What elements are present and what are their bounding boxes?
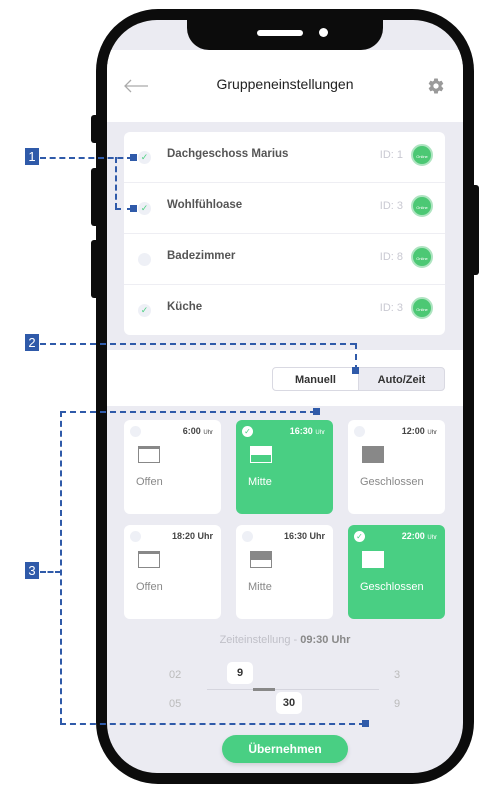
blind-icon — [250, 551, 272, 568]
group-id: ID: 3 — [379, 302, 403, 314]
annotation-2-label: 2 — [25, 334, 39, 351]
schedule-tile-6[interactable]: ✓ 22:00 Uhr Geschlossen — [348, 525, 445, 619]
schedule-label: Offen — [136, 476, 163, 488]
speaker — [257, 30, 303, 36]
annotation-3-marker — [313, 408, 320, 415]
schedule-tile-1[interactable]: 6:00 Uhr Offen — [124, 420, 221, 514]
checkbox[interactable]: ✓ — [138, 151, 151, 164]
schedule-label: Geschlossen — [360, 476, 424, 488]
annotation-1-branch — [115, 157, 117, 209]
schedule-label: Mitte — [248, 581, 272, 593]
mute-switch — [91, 115, 99, 143]
power-button — [471, 185, 479, 275]
apply-button[interactable]: Übernehmen — [222, 735, 348, 763]
volume-up-button — [91, 168, 99, 226]
blind-icon — [250, 446, 272, 463]
group-row-1[interactable]: ✓ Dachgeschoss Marius ID: 1 Online — [124, 132, 445, 183]
phone-screen: Gruppeneinstellungen ✓ Dachgeschoss Mari… — [107, 20, 463, 773]
group-id: ID: 8 — [379, 251, 403, 263]
checkbox[interactable] — [138, 253, 151, 266]
notch — [187, 20, 383, 50]
checkbox[interactable]: ✓ — [138, 202, 151, 215]
picker-divider — [207, 689, 379, 690]
select-indicator — [242, 531, 253, 542]
schedule-time: 18:20 Uhr — [171, 531, 213, 541]
group-name: Dachgeschoss Marius — [167, 148, 289, 160]
schedule-time: 16:30 Uhr — [283, 531, 325, 541]
blind-icon — [138, 446, 160, 463]
schedule-time: 22:00 Uhr — [401, 531, 437, 541]
minute-selected[interactable]: 30 — [276, 692, 302, 714]
checkbox[interactable]: ✓ — [138, 304, 151, 317]
mode-auto-button[interactable]: Auto/Zeit — [358, 367, 445, 391]
annotation-3-bracket — [60, 411, 62, 724]
header-bar: Gruppeneinstellungen — [107, 50, 463, 122]
schedule-tile-5[interactable]: 16:30 Uhr Mitte — [236, 525, 333, 619]
schedule-time: 16:30 Uhr — [289, 426, 325, 436]
schedule-tile-2[interactable]: ✓ 16:30 Uhr Mitte — [236, 420, 333, 514]
select-indicator: ✓ — [354, 531, 365, 542]
annotation-3-bottom — [60, 723, 365, 725]
annotation-1-marker-2 — [130, 205, 137, 212]
online-status-badge: Online — [411, 144, 433, 166]
schedule-tile-3[interactable]: 12:00 Uhr Geschlossen — [348, 420, 445, 514]
volume-down-button — [91, 240, 99, 298]
hour-above[interactable]: 02 — [169, 669, 181, 681]
camera — [319, 28, 328, 37]
select-indicator — [354, 426, 365, 437]
schedule-time: 12:00 Uhr — [401, 426, 437, 436]
annotation-1-leader — [40, 157, 133, 159]
annotation-2-marker — [352, 367, 359, 374]
group-row-3[interactable]: Badezimmer ID: 8 Online — [124, 234, 445, 285]
online-status-badge: Online — [411, 297, 433, 319]
time-setting-value: 09:30 Uhr — [300, 634, 351, 646]
right-below[interactable]: 9 — [394, 698, 400, 710]
schedule-label: Offen — [136, 581, 163, 593]
group-row-2[interactable]: ✓ Wohlfühloase ID: 3 Online — [124, 183, 445, 234]
annotation-3-marker-2 — [362, 720, 369, 727]
annotation-2-leader — [40, 343, 356, 345]
group-id: ID: 1 — [379, 149, 403, 161]
hour-selected[interactable]: 9 — [227, 662, 253, 684]
group-id: ID: 3 — [379, 200, 403, 212]
schedule-time: 6:00 Uhr — [182, 426, 213, 436]
online-status-badge: Online — [411, 195, 433, 217]
group-row-4[interactable]: ✓ Küche ID: 3 Online — [124, 285, 445, 335]
group-name: Küche — [167, 301, 203, 313]
annotation-3-leader — [40, 571, 61, 573]
page-title: Gruppeneinstellungen — [216, 76, 354, 92]
schedule-label: Geschlossen — [360, 581, 424, 593]
online-status-badge: Online — [411, 246, 433, 268]
schedule-tile-4[interactable]: 18:20 Uhr Offen — [124, 525, 221, 619]
right-above[interactable]: 3 — [394, 669, 400, 681]
hour-below[interactable]: 05 — [169, 698, 181, 710]
annotation-3-top — [60, 411, 316, 413]
time-picker[interactable]: 02 05 9 30 3 9 — [107, 660, 463, 720]
select-indicator — [130, 426, 141, 437]
group-name: Wohlfühloase — [167, 199, 243, 211]
blind-icon — [362, 446, 384, 463]
blind-icon — [362, 551, 384, 568]
mode-manual-button[interactable]: Manuell — [272, 367, 359, 391]
gear-icon[interactable] — [427, 77, 445, 95]
picker-indicator — [253, 688, 275, 691]
annotation-1-label: 1 — [25, 148, 39, 165]
annotation-3-label: 3 — [25, 562, 39, 579]
group-name: Badezimmer — [167, 250, 236, 262]
select-indicator: ✓ — [242, 426, 253, 437]
blind-icon — [138, 551, 160, 568]
time-setting-label: Zeiteinstellung - 09:30 Uhr — [219, 634, 351, 646]
annotation-1-marker — [130, 154, 137, 161]
schedule-label: Mitte — [248, 476, 272, 488]
select-indicator — [130, 531, 141, 542]
